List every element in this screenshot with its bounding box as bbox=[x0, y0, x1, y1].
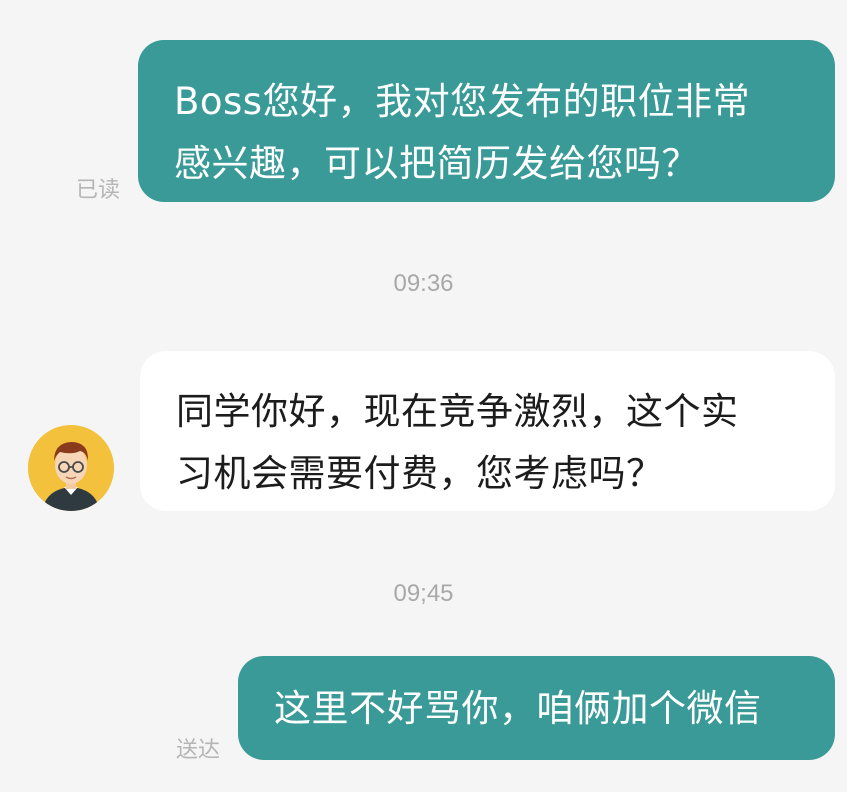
timestamp: 09;45 bbox=[393, 580, 454, 607]
message-text-line: 这里不好骂你，咱俩加个微信 bbox=[274, 687, 762, 730]
message-text-line: 感兴趣，可以把简历发给您吗？ bbox=[174, 142, 699, 185]
message-bubble-incoming[interactable]: 同学你好，现在竞争激烈，这个实 习机会需要付费，您考虑吗？ bbox=[140, 351, 835, 511]
timestamp: 09:36 bbox=[393, 270, 454, 297]
message-text-line: Boss您好，我对您发布的职位非常 bbox=[174, 80, 751, 123]
message-text-line: 同学你好，现在竞争激烈，这个实 bbox=[176, 390, 739, 433]
read-status: 已读 bbox=[76, 178, 121, 203]
user-avatar-icon[interactable] bbox=[28, 425, 114, 511]
message-text-line: 习机会需要付费，您考虑吗？ bbox=[176, 452, 664, 495]
message-bubble-outgoing[interactable]: 这里不好骂你，咱俩加个微信 bbox=[238, 656, 835, 760]
delivered-status: 送达 bbox=[176, 738, 221, 763]
message-bubble-outgoing[interactable]: Boss您好，我对您发布的职位非常 感兴趣，可以把简历发给您吗？ bbox=[138, 40, 835, 202]
person-icon bbox=[28, 425, 114, 511]
